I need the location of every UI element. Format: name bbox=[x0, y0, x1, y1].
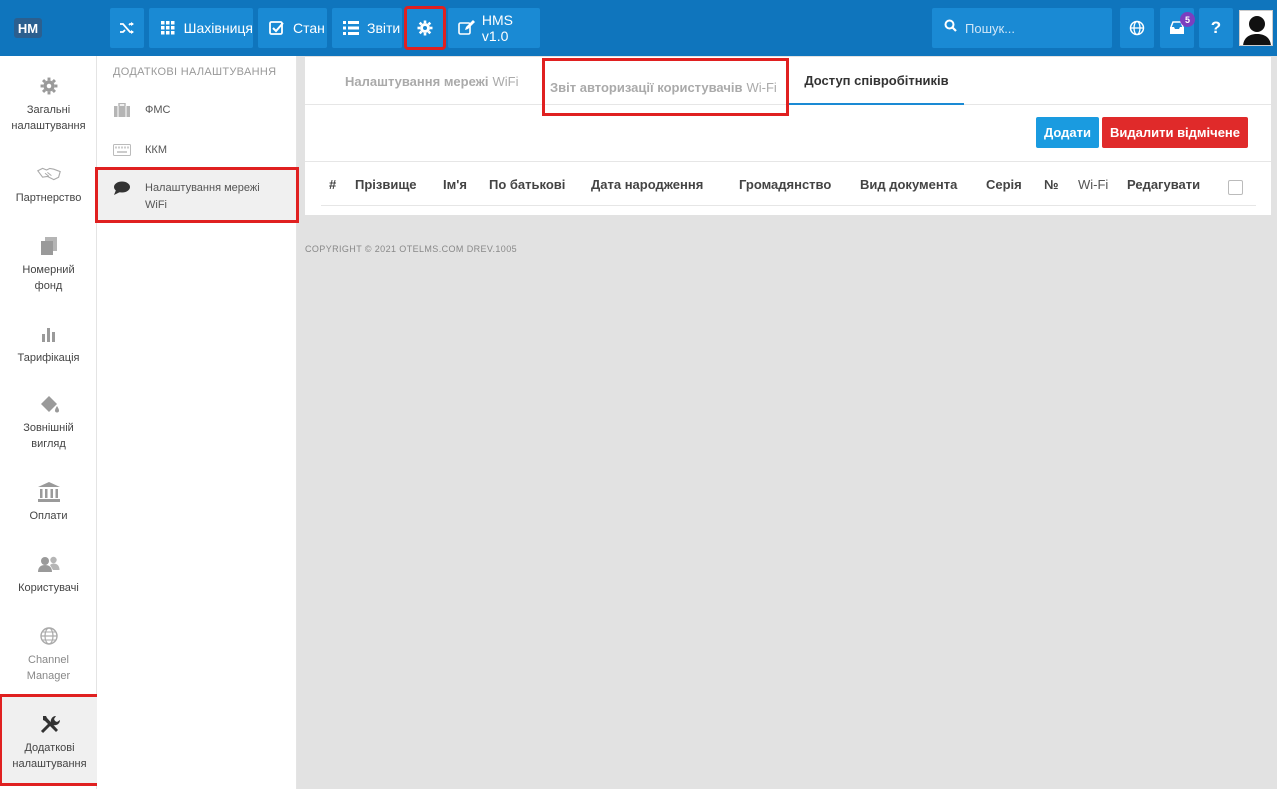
col-first-name[interactable]: Ім'я bbox=[443, 162, 467, 206]
tab-sublabel: WiFi bbox=[492, 73, 519, 89]
messages-button[interactable]: 5 bbox=[1160, 8, 1195, 48]
nav-channel-manager[interactable]: Channel Manager bbox=[0, 624, 97, 684]
status-label: Стан bbox=[293, 20, 325, 36]
subnav-label: ККМ bbox=[145, 144, 167, 156]
grid-icon bbox=[159, 18, 178, 38]
hms-version-button[interactable]: HMS v1.0 bbox=[448, 8, 540, 48]
main-panel: Налаштування мережі WiFi Звіт авторизаці… bbox=[305, 57, 1271, 215]
nav-label: Channel Manager bbox=[26, 654, 71, 682]
nav-label: Загальні налаштування bbox=[11, 104, 86, 132]
language-button[interactable] bbox=[1120, 8, 1154, 48]
reports-label: Звіти bbox=[367, 20, 401, 36]
nav-room-fund[interactable]: Номерний фонд bbox=[0, 234, 97, 294]
table-header: # Прізвище Ім'я По батькові Дата народже… bbox=[305, 161, 1271, 205]
nav-general-settings[interactable]: Загальні налаштування bbox=[0, 74, 97, 134]
nav-label: Додаткові налаштування bbox=[12, 742, 87, 770]
nav-label: Оплати bbox=[29, 510, 68, 522]
paint-bucket-icon bbox=[37, 392, 61, 416]
logo[interactable]: HM bbox=[8, 8, 48, 48]
nav-label: Зовнішній вигляд bbox=[23, 422, 74, 450]
chessboard-label: Шахівниця bbox=[183, 20, 253, 36]
user-silhouette-icon bbox=[1243, 16, 1271, 45]
col-surname[interactable]: Прізвище bbox=[355, 162, 417, 206]
add-button[interactable]: Додати bbox=[1036, 117, 1099, 148]
logo-icon: HM bbox=[14, 18, 42, 38]
reports-button[interactable]: Звіти bbox=[332, 8, 402, 48]
nav-users[interactable]: Користувачі bbox=[0, 552, 97, 596]
list-icon bbox=[341, 18, 361, 38]
tab-label: Звіт авторизації користувачів bbox=[550, 79, 743, 95]
nav-label: Користувачі bbox=[18, 582, 79, 594]
avatar[interactable] bbox=[1239, 10, 1273, 46]
tab-user-auth-report[interactable]: Звіт авторизації користувачів Wi-Fi bbox=[542, 58, 789, 116]
left-nav: Загальні налаштування Партнерство Номерн… bbox=[0, 56, 100, 789]
bar-chart-icon bbox=[37, 322, 61, 346]
subnav-title: ДОДАТКОВІ НАЛАШТУВАННЯ bbox=[113, 66, 277, 78]
subnav-label: ФМС bbox=[145, 104, 171, 116]
nav-additional-settings[interactable]: Додаткові налаштування bbox=[0, 694, 100, 786]
users-icon bbox=[37, 552, 61, 576]
help-button[interactable]: ? bbox=[1199, 8, 1233, 48]
tab-employee-access[interactable]: Доступ співробітників bbox=[789, 57, 964, 105]
globe-icon bbox=[1127, 18, 1147, 38]
col-citizenship[interactable]: Громадянство bbox=[739, 162, 831, 206]
tab-label: Налаштування мережі bbox=[345, 73, 489, 89]
globe-icon bbox=[37, 624, 61, 648]
nav-tariffs[interactable]: Тарифікація bbox=[0, 322, 97, 366]
inbox-icon: 5 bbox=[1167, 12, 1195, 38]
keyboard-icon bbox=[113, 142, 131, 158]
sub-nav: ДОДАТКОВІ НАЛАШТУВАННЯ ФМС ККМ Налаштува… bbox=[95, 56, 299, 789]
briefcase-icon bbox=[113, 102, 131, 118]
col-patronymic[interactable]: По батькові bbox=[489, 162, 565, 206]
tab-sublabel: Wi-Fi bbox=[746, 79, 777, 95]
search-input[interactable] bbox=[965, 20, 1105, 36]
select-all-checkbox[interactable] bbox=[1228, 180, 1243, 195]
nav-payments[interactable]: Оплати bbox=[0, 480, 97, 524]
top-bar: HM Шахівниця Стан Звіти HMS v1.0 Пошук..… bbox=[0, 0, 1277, 56]
tab-wifi-network-settings[interactable]: Налаштування мережі WiFi bbox=[345, 57, 519, 105]
bank-icon bbox=[37, 480, 61, 504]
tab-bar: Налаштування мережі WiFi Звіт авторизаці… bbox=[305, 57, 1271, 116]
col-edit: Редагувати bbox=[1127, 176, 1201, 192]
col-wifi[interactable]: Wi-Fi bbox=[1078, 162, 1108, 206]
svg-text:HM: HM bbox=[18, 21, 38, 36]
help-icon: ? bbox=[1210, 18, 1222, 37]
tab-label: Доступ співробітників bbox=[804, 72, 949, 88]
nav-label: Партнерство bbox=[15, 192, 82, 204]
nav-appearance[interactable]: Зовнішній вигляд bbox=[0, 392, 97, 452]
hms-version-label: HMS v1.0 bbox=[481, 12, 514, 44]
status-button[interactable]: Стан bbox=[258, 8, 327, 48]
copy-icon bbox=[37, 234, 61, 258]
delete-selected-button[interactable]: Видалити відмічене bbox=[1102, 117, 1248, 148]
search-icon bbox=[944, 19, 957, 37]
gear-icon bbox=[415, 18, 435, 38]
subnav-label: Налаштування мережі WiFi bbox=[145, 182, 260, 211]
copyright: COPYRIGHT © 2021 OTELMS.COM DREV.1005 bbox=[305, 244, 517, 254]
col-series[interactable]: Серія bbox=[986, 162, 1022, 206]
divider bbox=[321, 205, 1256, 206]
shuffle-button[interactable] bbox=[110, 8, 144, 48]
col-number: # bbox=[329, 176, 337, 192]
subnav-item-wifi-settings[interactable]: Налаштування мережі WiFi bbox=[95, 167, 299, 223]
handshake-icon bbox=[36, 162, 61, 186]
checkbox-icon bbox=[267, 18, 287, 38]
settings-button[interactable] bbox=[404, 6, 446, 50]
col-document-type[interactable]: Вид документа bbox=[860, 162, 957, 206]
chessboard-button[interactable]: Шахівниця bbox=[149, 8, 253, 48]
gear-icon bbox=[37, 74, 61, 98]
nav-partnership[interactable]: Партнерство bbox=[0, 162, 97, 206]
subnav-item-kkm[interactable]: ККМ bbox=[97, 140, 297, 160]
edit-icon bbox=[457, 18, 476, 38]
chat-icon bbox=[113, 180, 131, 196]
notification-badge: 5 bbox=[1180, 12, 1195, 27]
col-birth-date[interactable]: Дата народження bbox=[591, 162, 703, 206]
col-doc-number[interactable]: № bbox=[1044, 162, 1059, 206]
nav-label: Номерний фонд bbox=[22, 264, 75, 292]
nav-label: Тарифікація bbox=[17, 352, 80, 364]
search-box[interactable] bbox=[932, 8, 1112, 48]
subnav-item-fms[interactable]: ФМС bbox=[97, 100, 297, 120]
tools-icon bbox=[38, 712, 62, 736]
shuffle-icon bbox=[117, 18, 137, 38]
